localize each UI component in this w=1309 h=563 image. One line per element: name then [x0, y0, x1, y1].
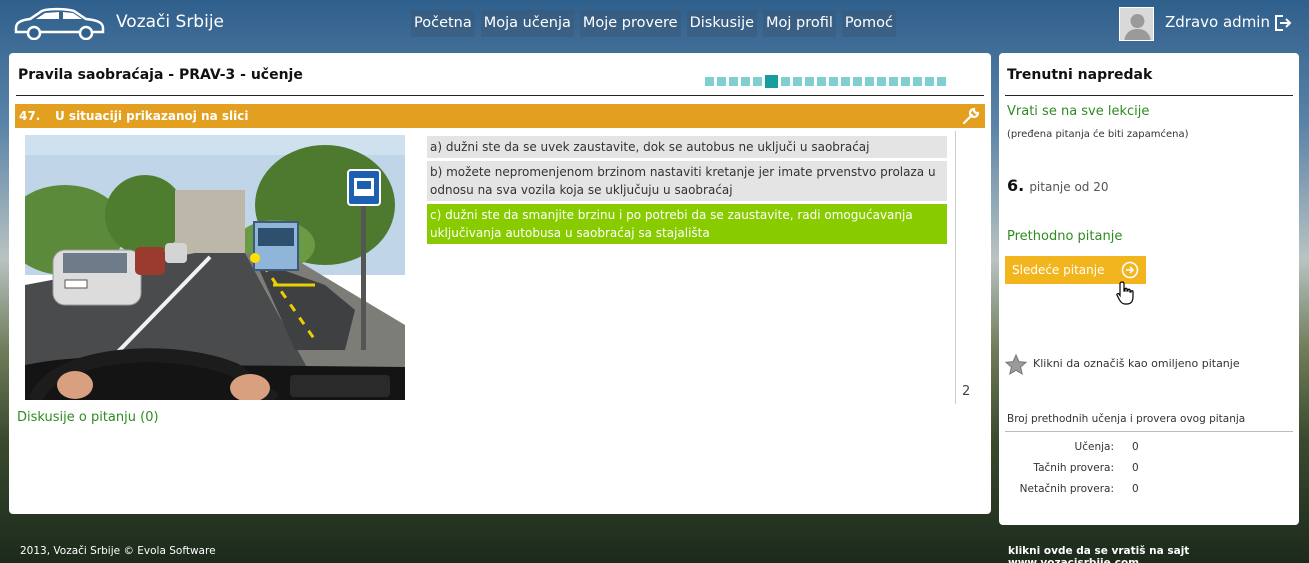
question-text: U situaciji prikazanoj na slici	[55, 109, 249, 123]
arrow-right-circle-icon	[1121, 261, 1139, 279]
current-question-number: 6.	[1007, 176, 1025, 195]
progress-dot[interactable]	[793, 77, 802, 86]
divider	[1005, 95, 1293, 96]
progress-dot[interactable]	[781, 77, 790, 86]
hand-cursor-icon	[1116, 281, 1134, 305]
logout-icon[interactable]	[1274, 14, 1292, 32]
progress-dot[interactable]	[805, 77, 814, 86]
nav-help[interactable]: Pomoć	[841, 10, 896, 37]
stat-value: 0	[1132, 483, 1139, 495]
lesson-panel: Pravila saobraćaja - PRAV-3 - učenje 47.…	[9, 53, 991, 514]
previous-question-link[interactable]: Prethodno pitanje	[1007, 229, 1122, 244]
progress-dot[interactable]	[741, 77, 750, 86]
stat-value: 0	[1132, 462, 1139, 474]
progress-dot[interactable]	[829, 77, 838, 86]
nav-my-learning[interactable]: Moja učenja	[480, 10, 574, 37]
main-nav: Početna Moja učenja Moje provere Diskusi…	[411, 10, 896, 37]
user-silhouette-icon	[1120, 8, 1153, 40]
question-total-text: pitanje od 20	[1029, 180, 1109, 194]
stat-label: Učenja:	[1074, 441, 1114, 453]
progress-panel: Trenutni napredak Vrati se na sve lekcij…	[999, 53, 1299, 525]
star-icon[interactable]	[1005, 354, 1027, 376]
question-points: 2	[962, 384, 971, 399]
stat-label: Netačnih provera:	[1019, 483, 1114, 495]
progress-dot[interactable]	[717, 77, 726, 86]
progress-dot[interactable]	[877, 77, 886, 86]
answer-option[interactable]: b) možete nepromenjenom brzinom nastavit…	[427, 161, 947, 201]
divider	[1005, 431, 1293, 432]
lesson-title: Pravila saobraćaja - PRAV-3 - učenje	[18, 67, 303, 83]
progress-dot[interactable]	[853, 77, 862, 86]
footer-site-link[interactable]: klikni ovde da se vratiš na sajt www.voz…	[1008, 545, 1309, 563]
progress-dot[interactable]	[937, 77, 946, 86]
next-question-button[interactable]: Sledeće pitanje	[1005, 256, 1146, 284]
question-discussion-link[interactable]: Diskusije o pitanju (0)	[17, 410, 159, 425]
answer-option[interactable]: c) dužni ste da smanjite brzinu i po pot…	[427, 204, 947, 244]
panel-title: Trenutni napredak	[1007, 67, 1153, 83]
question-progress	[705, 75, 946, 88]
question-number: 47.	[19, 109, 41, 123]
progress-dot[interactable]	[705, 77, 714, 86]
progress-dot[interactable]	[901, 77, 910, 86]
progress-dot[interactable]	[817, 77, 826, 86]
saved-note: (pređena pitanja će biti zapamćena)	[1007, 129, 1189, 140]
stat-value: 0	[1132, 441, 1139, 453]
avatar[interactable]	[1119, 7, 1154, 41]
next-question-label: Sledeće pitanje	[1012, 263, 1105, 277]
question-image	[25, 135, 405, 400]
answer-option[interactable]: a) dužni ste da se uvek zaustavite, dok …	[427, 136, 947, 158]
favorite-question-link[interactable]: Klikni da označiš kao omiljeno pitanje	[1033, 357, 1240, 370]
divider	[955, 131, 956, 404]
car-logo-icon[interactable]	[12, 6, 107, 40]
progress-dot[interactable]	[729, 77, 738, 86]
nav-home[interactable]: Početna	[411, 10, 475, 37]
progress-dot[interactable]	[913, 77, 922, 86]
progress-dot[interactable]	[925, 77, 934, 86]
question-position: 6. pitanje od 20	[1007, 176, 1109, 195]
answer-list: a) dužni ste da se uvek zaustavite, dok …	[427, 136, 947, 247]
progress-dot[interactable]	[865, 77, 874, 86]
footer-copyright: 2013, Vozači Srbije © Evola Software	[20, 545, 216, 557]
stats-title: Broj prethodnih učenja i provera ovog pi…	[1007, 413, 1246, 425]
user-greeting[interactable]: Zdravo admin	[1165, 13, 1270, 31]
stat-label: Tačnih provera:	[1033, 462, 1114, 474]
progress-dot[interactable]	[765, 75, 778, 88]
progress-dot[interactable]	[753, 77, 762, 86]
progress-dot[interactable]	[841, 77, 850, 86]
divider	[16, 95, 984, 96]
progress-dot[interactable]	[889, 77, 898, 86]
brand-name[interactable]: Vozači Srbije	[116, 12, 224, 32]
top-bar: Vozači Srbije Početna Moja učenja Moje p…	[0, 0, 1309, 46]
nav-discussions[interactable]: Diskusije	[686, 10, 758, 37]
nav-my-tests[interactable]: Moje provere	[579, 10, 681, 37]
question-header: 47. U situaciji prikazanoj na slici	[15, 104, 985, 128]
back-to-lessons-link[interactable]: Vrati se na sve lekcije	[1007, 104, 1149, 119]
wrench-icon[interactable]	[961, 106, 981, 126]
nav-my-profile[interactable]: Moj profil	[763, 10, 836, 37]
